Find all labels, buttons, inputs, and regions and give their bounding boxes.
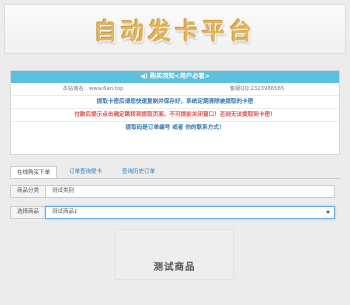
- category-row: 商品分类 测试类别: [10, 185, 335, 198]
- product-select[interactable]: 测试商品1: [45, 206, 335, 219]
- notice-line: 提取卡密后请您快速复制并保存好，系统定期清除被提取的卡密: [11, 96, 339, 109]
- tab-order-history[interactable]: 查询历史订单: [116, 166, 161, 178]
- product-value: 测试商品1: [52, 209, 78, 215]
- product-label: 选择商品: [10, 206, 46, 219]
- notice-heading: ◀) 购买须知<用户必看>: [11, 71, 339, 83]
- product-row: 选择商品 测试商品1: [10, 206, 335, 219]
- tab-buy-online[interactable]: 在线购买下单: [10, 166, 58, 178]
- product-image: 测试商品: [115, 229, 234, 280]
- category-label: 商品分类: [10, 185, 46, 198]
- category-select[interactable]: 测试类别: [45, 185, 335, 198]
- site-url: 本站域名：www.6an.top: [62, 86, 124, 92]
- site-info-row: 本站域名：www.6an.top 客服QQ:2323986565: [11, 83, 339, 96]
- product-image-text: 测试商品: [153, 262, 196, 273]
- site-banner: 自动发卡平台: [4, 4, 346, 54]
- notice-line: 提取码是订单编号 或者 你的联系方式！: [125, 125, 225, 131]
- tab-order-lookup[interactable]: 订单查询提卡: [63, 166, 108, 178]
- chevron-down-icon: [326, 211, 330, 214]
- notice-line: 付款后提示点击确定跳转到提取页面，不可提前关闭窗口！否则无法提取到卡密！: [11, 109, 339, 122]
- support-qq: 客服QQ:2323986565: [229, 86, 285, 92]
- category-value: 测试类别: [52, 188, 75, 194]
- site-title: 自动发卡平台: [94, 19, 256, 45]
- purchase-notice-panel: ◀) 购买须知<用户必看> 本站域名：www.6an.top 客服QQ:2323…: [10, 70, 340, 155]
- order-tabs: 在线购买下单 订单查询提卡 查询历史订单: [10, 166, 340, 179]
